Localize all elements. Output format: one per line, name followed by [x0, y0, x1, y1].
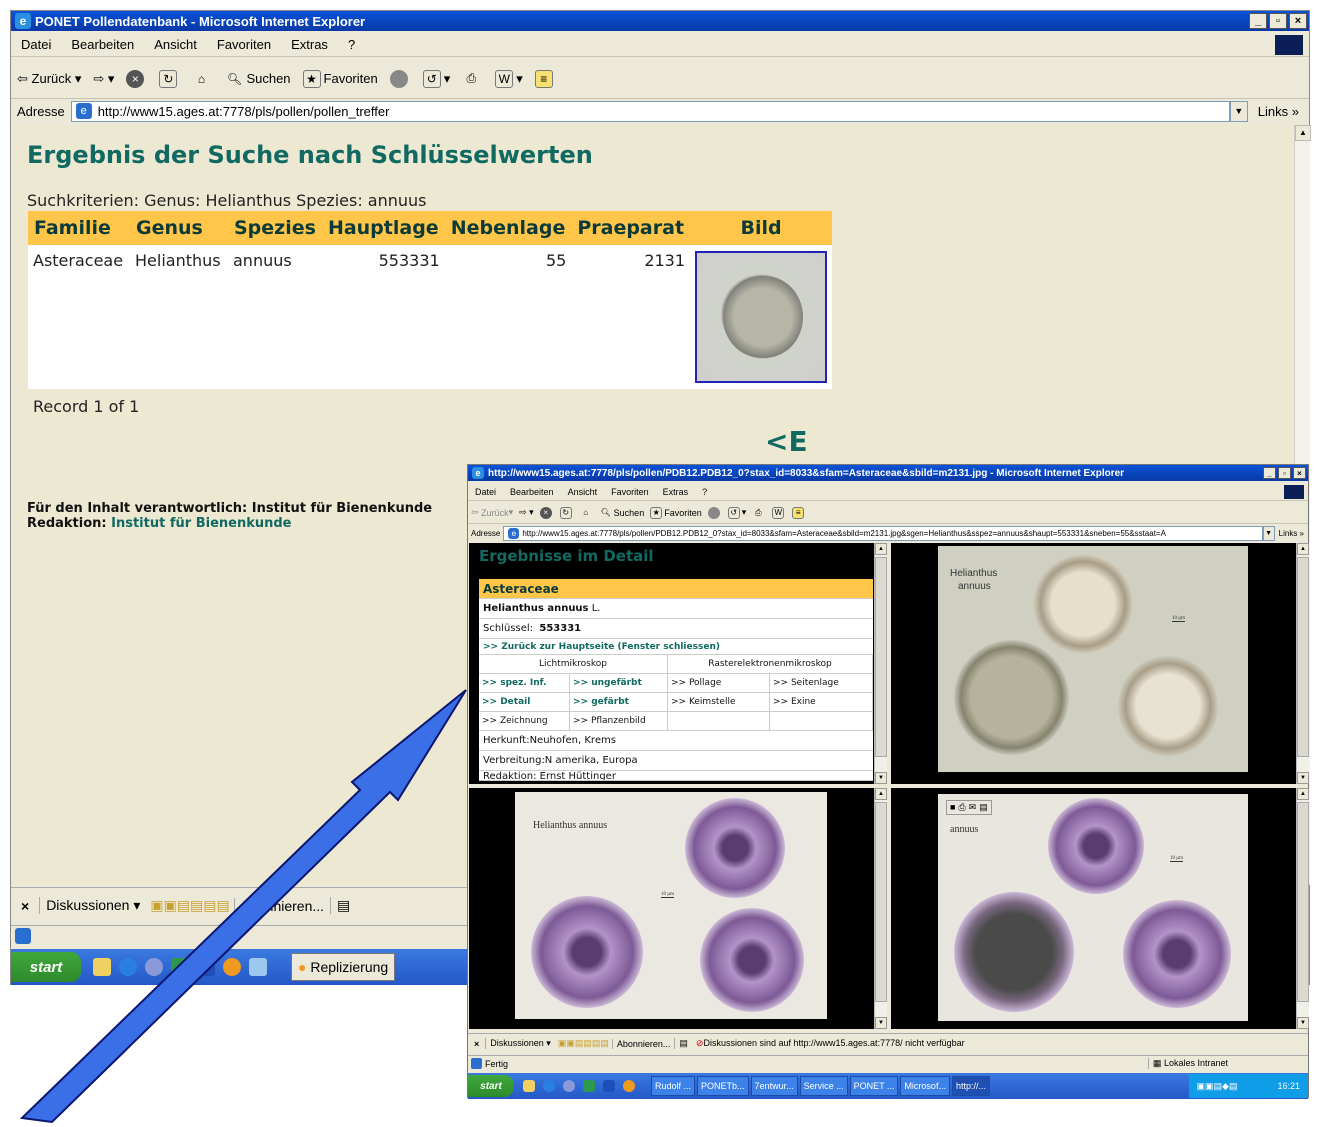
annotation-arrow-shape: [19, 689, 467, 1124]
annotation-arrow: [19, 689, 467, 1124]
